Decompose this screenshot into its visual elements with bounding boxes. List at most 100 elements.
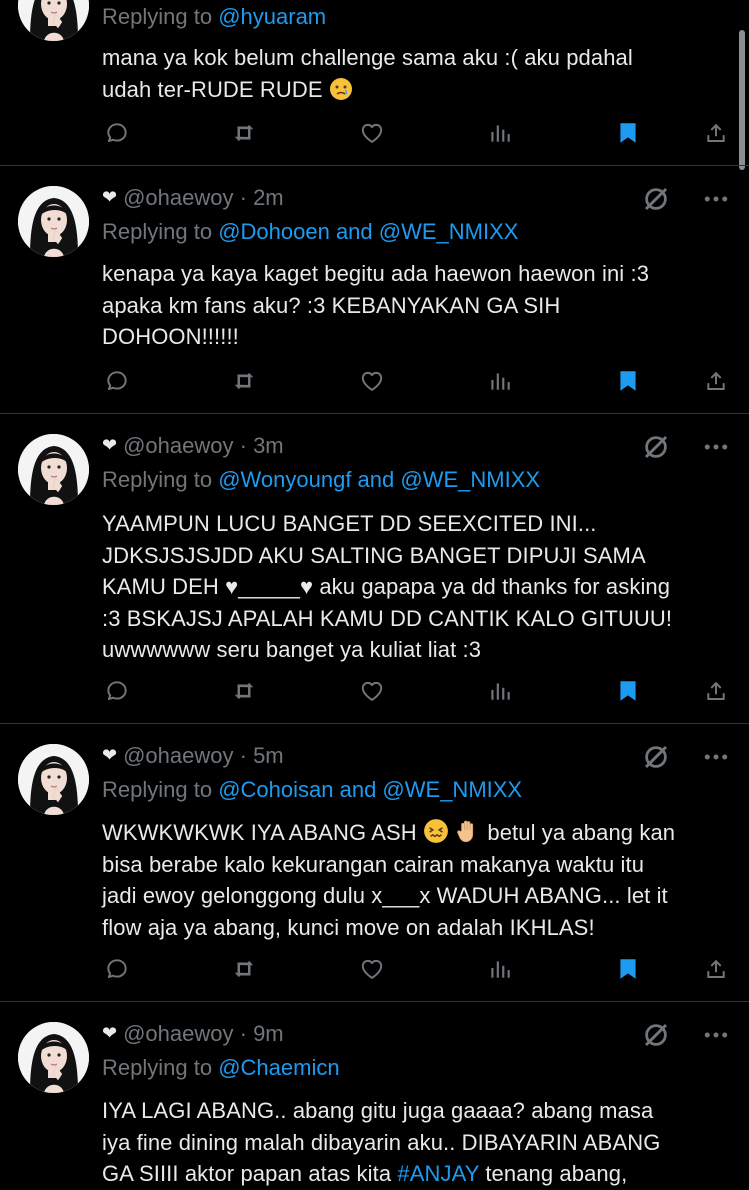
replying-prefix: Replying to [102, 219, 213, 244]
username[interactable]: @ohaewoy [123, 1021, 233, 1046]
tweet-line: bisa berabe kalo kekurangan cairan makan… [102, 851, 645, 877]
like-button[interactable] [355, 674, 389, 708]
comment-icon [104, 678, 130, 704]
avatar[interactable] [18, 434, 89, 505]
heart-symbol-icon: ❤ [102, 187, 118, 207]
tweet-line: JDKSJSJSJDD AKU SALTING BANGET DIPUJI SA… [102, 542, 646, 568]
tweet[interactable]: Replying to @hyuaram mana ya kok belum c… [0, 0, 749, 166]
heart-icon [359, 678, 385, 704]
more-dots-icon[interactable] [701, 184, 731, 214]
bookmark-filled-icon [615, 120, 641, 146]
timestamp[interactable]: · 2m [240, 185, 284, 210]
avatar[interactable] [18, 744, 89, 815]
tweet-header: ❤ @ohaewoy · 9m [102, 1019, 284, 1049]
slashed-circle-icon[interactable] [641, 184, 671, 214]
slashed-circle-icon[interactable] [641, 742, 671, 772]
tweet-line: WKWKWKWK IYA ABANG ASH betul ya abang ka… [102, 819, 676, 845]
views-button[interactable] [483, 116, 517, 150]
repost-button[interactable] [227, 364, 261, 398]
tweet-top-actions [641, 430, 731, 464]
tweet-line: GA SIIII aktor papan atas kita #ANJAY te… [102, 1161, 628, 1186]
bar-chart-icon [487, 956, 513, 982]
username[interactable]: @ohaewoy [123, 743, 233, 768]
heart-icon [359, 956, 385, 982]
action-bar [102, 364, 732, 398]
tweet-line: KAMU DEH ♥_____♥ aku gapapa ya dd thanks… [102, 574, 671, 599]
views-button[interactable] [483, 364, 517, 398]
tweet-top-actions [641, 1018, 731, 1052]
avatar[interactable] [18, 186, 89, 257]
more-dots-icon[interactable] [701, 742, 731, 772]
repost-button[interactable] [227, 674, 261, 708]
reply-button[interactable] [100, 116, 134, 150]
tweet-line: flow aja ya abang, kunci move on adalah … [102, 914, 595, 940]
timestamp[interactable]: · 9m [240, 1021, 284, 1046]
share-icon [703, 368, 729, 394]
avatar[interactable] [18, 0, 89, 41]
bookmark-filled-icon [615, 678, 641, 704]
heart-symbol-icon: ❤ [102, 1023, 118, 1043]
bookmark-filled-icon [615, 956, 641, 982]
share-button[interactable] [699, 116, 733, 150]
tweet[interactable]: ❤ @ohaewoy · 2m Replying to @Dohooen and … [0, 166, 749, 414]
slashed-circle-icon[interactable] [641, 1020, 671, 1050]
retweet-icon [231, 368, 257, 394]
mention-link[interactable]: @hyuaram [218, 4, 326, 29]
tweet-header: ❤ @ohaewoy · 2m [102, 183, 284, 213]
bar-chart-icon [487, 120, 513, 146]
replying-to: Replying to @Cohoisan and @WE_NMIXX [102, 775, 522, 805]
share-button[interactable] [699, 364, 733, 398]
tweet-line: DOHOON!!!!!! [102, 324, 239, 349]
bar-chart-icon [487, 368, 513, 394]
retweet-icon [231, 120, 257, 146]
share-icon [703, 956, 729, 982]
bookmark-button[interactable] [611, 952, 645, 986]
timestamp[interactable]: · 3m [240, 433, 284, 458]
bookmark-button[interactable] [611, 116, 645, 150]
tweet-line: :3 BSKAJSJ APALAH KAMU DD CANTIK KALO GI… [102, 605, 673, 631]
replying-to: Replying to @Dohooen and @WE_NMIXX [102, 217, 518, 247]
tweet-text: WKWKWKWK IYA ABANG ASH betul ya abang ka… [102, 817, 722, 943]
tweet[interactable]: ❤ @ohaewoy · 5m Replying to @Cohoisan and… [0, 724, 749, 1002]
repost-button[interactable] [227, 952, 261, 986]
tweet-line: YAAMPUN LUCU BANGET DD SEEXCITED INI... [102, 511, 597, 536]
hashtag-link[interactable]: #ANJAY [397, 1161, 479, 1186]
like-button[interactable] [355, 952, 389, 986]
bookmark-button[interactable] [611, 674, 645, 708]
share-button[interactable] [699, 952, 733, 986]
replying-to: Replying to @hyuaram [102, 2, 326, 32]
tweet-header: ❤ @ohaewoy · 3m [102, 431, 284, 461]
tweet-text: kenapa ya kaya kaget begitu ada haewon h… [102, 258, 722, 353]
timestamp[interactable]: · 5m [240, 743, 284, 768]
avatar[interactable] [18, 1022, 89, 1093]
share-button[interactable] [699, 674, 733, 708]
mention-link[interactable]: @Cohoisan and @WE_NMIXX [218, 777, 522, 802]
views-button[interactable] [483, 952, 517, 986]
slashed-circle-icon[interactable] [641, 432, 671, 462]
username[interactable]: @ohaewoy [123, 185, 233, 210]
like-button[interactable] [355, 364, 389, 398]
username[interactable]: @ohaewoy [123, 433, 233, 458]
mention-link[interactable]: @Chaemicn [218, 1055, 339, 1080]
tweet-text: mana ya kok belum challenge sama aku :( … [102, 42, 722, 105]
mention-link[interactable]: @Wonyoungf and @WE_NMIXX [218, 467, 540, 492]
tweet-line: kenapa ya kaya kaget begitu ada haewon h… [102, 261, 650, 286]
reply-button[interactable] [100, 364, 134, 398]
views-button[interactable] [483, 674, 517, 708]
reply-button[interactable] [100, 674, 134, 708]
more-dots-icon[interactable] [701, 1020, 731, 1050]
bookmark-button[interactable] [611, 364, 645, 398]
mention-link[interactable]: @Dohooen and @WE_NMIXX [218, 219, 518, 244]
comment-icon [104, 368, 130, 394]
heart-icon [359, 368, 385, 394]
more-dots-icon[interactable] [701, 432, 731, 462]
reply-button[interactable] [100, 952, 134, 986]
action-bar [102, 952, 732, 986]
like-button[interactable] [355, 116, 389, 150]
repost-button[interactable] [227, 116, 261, 150]
tweet[interactable]: ❤ @ohaewoy · 9m Replying to @Chaemicn IYA… [0, 1002, 749, 1187]
replying-prefix: Replying to [102, 4, 213, 29]
action-bar [102, 116, 732, 150]
tweet[interactable]: ❤ @ohaewoy · 3m Replying to @Wonyoungf an… [0, 414, 749, 724]
heart-symbol-icon: ❤ [102, 435, 118, 455]
